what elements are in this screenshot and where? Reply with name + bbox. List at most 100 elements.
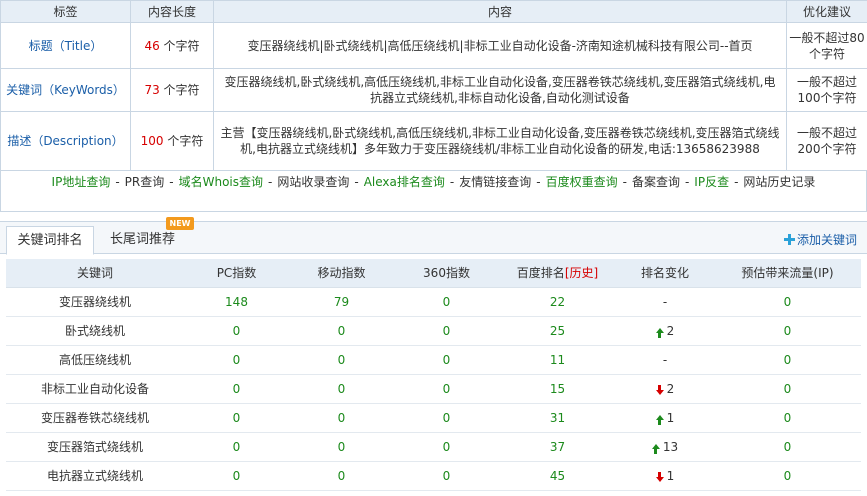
rank-360-index: 0 xyxy=(394,461,499,491)
rank-keyword: 非标工业自动化设备 xyxy=(6,374,184,404)
meta-content-title: 变压器绕线机|卧式绕线机|高低压绕线机|非标工业自动化设备-济南知途机械科技有限… xyxy=(213,22,787,69)
rank-mobile-index: 79 xyxy=(289,287,394,317)
length-value: 73 xyxy=(144,83,160,97)
rank-change-value: 2 xyxy=(666,381,675,396)
rank-header-keyword: 关键词 xyxy=(6,259,184,288)
rank-baidu-position: 37 xyxy=(499,432,616,462)
rank-change-value: 1 xyxy=(666,410,675,425)
rank-pc-index: 148 xyxy=(184,287,289,317)
table-row: 变压器卷铁芯绕线机 0 0 0 31 1 0 xyxy=(6,403,861,433)
add-keyword-label: 添加关键词 xyxy=(796,233,857,247)
add-keyword-button[interactable]: 添加关键词 xyxy=(783,231,857,248)
meta-header-length: 内容长度 xyxy=(130,0,214,23)
rank-baidu-position: 15 xyxy=(499,374,616,404)
rank-header-traffic: 预估带来流量(IP) xyxy=(714,259,861,288)
rank-360-index: 0 xyxy=(394,316,499,346)
arrow-down-icon xyxy=(655,384,664,395)
keyword-ranking-table: 关键词 PC指数 移动指数 360指数 百度排名[历史] 排名变化 预估带来流量… xyxy=(6,259,861,491)
seo-meta-table: 标签 内容长度 内容 优化建议 标题（Title） 46 个字符 变压器绕线机|… xyxy=(0,0,867,171)
rank-mobile-index: 0 xyxy=(289,345,394,375)
rank-keyword: 电抗器立式绕线机 xyxy=(6,461,184,491)
rank-change-cell: 13 xyxy=(616,432,714,462)
link-ip-lookup[interactable]: IP地址查询 xyxy=(52,175,111,189)
meta-row-keywords: 关键词（KeyWords） 73 个字符 变压器绕线机,卧式绕线机,高低压绕线机… xyxy=(0,68,867,112)
rank-change-value: 13 xyxy=(662,439,679,454)
link-whois-lookup[interactable]: 域名Whois查询 xyxy=(179,175,263,189)
new-badge: NEW xyxy=(166,217,194,230)
table-row: 变压器箔式绕线机 0 0 0 37 13 0 xyxy=(6,432,861,462)
link-separator: - xyxy=(354,175,359,189)
rank-header-baidu-label: 百度排名 xyxy=(516,266,565,281)
meta-row-description: 描述（Description） 100 个字符 主营【变压器绕线机,卧式绕线机,… xyxy=(0,111,867,171)
rank-keyword: 变压器卷铁芯绕线机 xyxy=(6,403,184,433)
length-unit: 个字符 xyxy=(163,38,200,53)
rank-360-index: 0 xyxy=(394,287,499,317)
tab-longtail-recommend[interactable]: 长尾词推荐 xyxy=(100,226,185,255)
rank-360-index: 0 xyxy=(394,432,499,462)
rank-header-row: 关键词 PC指数 移动指数 360指数 百度排名[历史] 排名变化 预估带来流量… xyxy=(6,259,861,288)
link-friendlink-lookup[interactable]: 友情链接查询 xyxy=(459,175,531,189)
meta-advice-title: 一般不超过80个字符 xyxy=(786,22,867,69)
link-icp-lookup[interactable]: 备案查询 xyxy=(632,175,680,189)
rank-traffic: 0 xyxy=(714,316,861,346)
rank-header-pc: PC指数 xyxy=(184,259,289,288)
meta-advice-description: 一般不超过200个字符 xyxy=(786,111,867,171)
rank-baidu-position: 45 xyxy=(499,461,616,491)
meta-header-content: 内容 xyxy=(213,0,787,23)
rank-change-value: 1 xyxy=(666,468,675,483)
table-row: 高低压绕线机 0 0 0 11-0 xyxy=(6,345,861,375)
rank-360-index: 0 xyxy=(394,403,499,433)
rank-mobile-index: 0 xyxy=(289,374,394,404)
rank-360-index: 0 xyxy=(394,345,499,375)
rank-change-cell: 1 xyxy=(616,403,714,433)
rank-traffic: 0 xyxy=(714,461,861,491)
link-baidu-weight-lookup[interactable]: 百度权重查询 xyxy=(546,175,618,189)
plus-icon xyxy=(783,234,795,245)
table-row: 变压器绕线机 148 79 0 22-0 xyxy=(6,287,861,317)
rank-pc-index: 0 xyxy=(184,345,289,375)
link-index-lookup[interactable]: 网站收录查询 xyxy=(277,175,349,189)
rank-change-cell: 2 xyxy=(616,316,714,346)
length-value: 46 xyxy=(144,38,160,53)
link-ip-reverse[interactable]: IP反查 xyxy=(694,175,729,189)
link-separator: - xyxy=(622,175,627,189)
rank-header-baidu: 百度排名[历史] xyxy=(499,259,616,288)
meta-content-keywords: 变压器绕线机,卧式绕线机,高低压绕线机,非标工业自动化设备,变压器卷铁芯绕线机,… xyxy=(213,68,787,112)
tab-keyword-ranking[interactable]: 关键词排名 xyxy=(6,226,94,255)
tab-longtail-label: 长尾词推荐 xyxy=(110,232,176,247)
rank-change-value: - xyxy=(662,352,668,367)
rank-change-cell: - xyxy=(616,345,714,375)
rank-keyword: 变压器箔式绕线机 xyxy=(6,432,184,462)
rank-pc-index: 0 xyxy=(184,461,289,491)
rank-header-change: 排名变化 xyxy=(616,259,714,288)
rank-baidu-position: 25 xyxy=(499,316,616,346)
table-row: 非标工业自动化设备 0 0 0 15 2 0 xyxy=(6,374,861,404)
link-separator: - xyxy=(169,175,174,189)
rank-change-cell: 1 xyxy=(616,461,714,491)
length-value: 100 xyxy=(140,134,164,148)
rank-360-index: 0 xyxy=(394,374,499,404)
link-alexa-lookup[interactable]: Alexa排名查询 xyxy=(364,175,445,189)
table-row: 卧式绕线机 0 0 0 25 2 0 xyxy=(6,316,861,346)
meta-header-row: 标签 内容长度 内容 优化建议 xyxy=(0,0,867,23)
rank-change-cell: 2 xyxy=(616,374,714,404)
link-pr-lookup[interactable]: PR查询 xyxy=(125,175,165,189)
rank-keyword: 卧式绕线机 xyxy=(6,316,184,346)
rank-change-value: - xyxy=(662,294,668,309)
rank-pc-index: 0 xyxy=(184,316,289,346)
meta-header-advice: 优化建议 xyxy=(786,0,867,23)
meta-row-title: 标题（Title） 46 个字符 变压器绕线机|卧式绕线机|高低压绕线机|非标工… xyxy=(0,22,867,69)
rank-header-360: 360指数 xyxy=(394,259,499,288)
link-site-history[interactable]: 网站历史记录 xyxy=(743,175,815,189)
rank-pc-index: 0 xyxy=(184,432,289,462)
rank-traffic: 0 xyxy=(714,403,861,433)
rank-keyword: 变压器绕线机 xyxy=(6,287,184,317)
rank-change-value: 2 xyxy=(666,323,675,338)
length-unit: 个字符 xyxy=(167,134,204,148)
rank-baidu-position: 11 xyxy=(499,345,616,375)
meta-length-title: 46 个字符 xyxy=(130,22,214,69)
rank-mobile-index: 0 xyxy=(289,461,394,491)
history-link[interactable]: [历史] xyxy=(565,266,598,280)
rank-baidu-position: 31 xyxy=(499,403,616,433)
meta-label-title: 标题（Title） xyxy=(0,22,131,69)
